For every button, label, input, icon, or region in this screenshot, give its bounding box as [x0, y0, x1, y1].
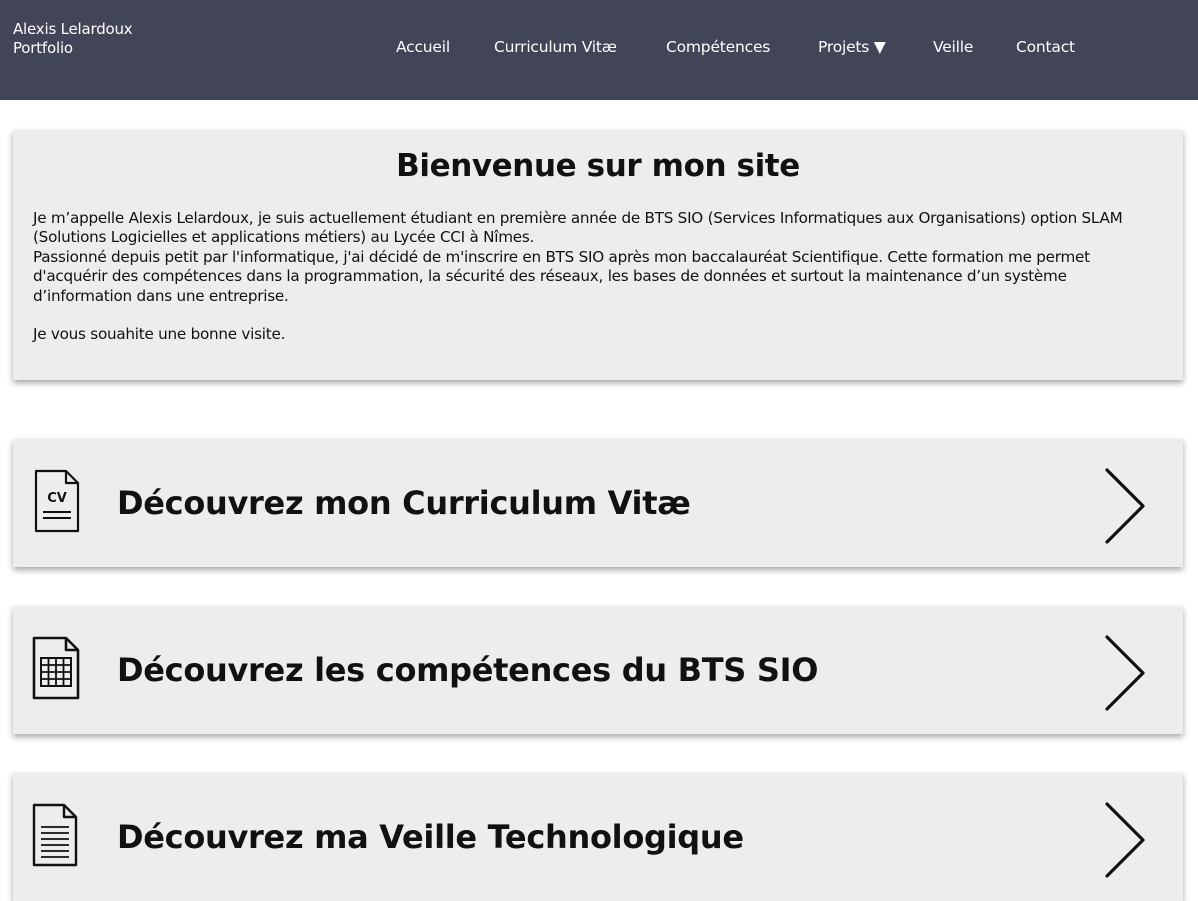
card-competences[interactable]: Découvrez les compétences du BTS SIO: [13, 606, 1183, 734]
card-veille[interactable]: Découvrez ma Veille Technologique: [13, 773, 1183, 901]
nav-veille[interactable]: Veille: [933, 38, 973, 56]
brand-name: Alexis Lelardoux: [13, 20, 133, 38]
chevron-right-icon: [1105, 802, 1145, 878]
nav-accueil[interactable]: Accueil: [396, 38, 450, 56]
welcome-title: Bienvenue sur mon site: [396, 148, 800, 184]
welcome-section: Bienvenue sur mon site Je m’appelle Alex…: [13, 130, 1183, 380]
card-label-veille: Découvrez ma Veille Technologique: [117, 818, 744, 856]
welcome-paragraph-intro: Je m’appelle Alexis Lelardoux, je suis a…: [33, 209, 1123, 247]
nav-projets-dropdown[interactable]: Projets ▼: [818, 38, 886, 56]
welcome-paragraph-closing: Je vous souahite une bonne visite.: [33, 325, 286, 344]
card-label-cv: Découvrez mon Curriculum Vitæ: [117, 484, 691, 522]
brand-subtitle: Portfolio: [13, 39, 73, 57]
chevron-right-icon: [1105, 468, 1145, 544]
site-header: Alexis Lelardoux Portfolio Accueil Curri…: [0, 0, 1198, 100]
welcome-paragraph-passion: Passionné depuis petit par l'informatiqu…: [33, 247, 1090, 305]
nav-competences[interactable]: Compétences: [666, 38, 770, 56]
card-curriculum-vitae[interactable]: CV Découvrez mon Curriculum Vitæ: [13, 439, 1183, 567]
chevron-right-icon: [1105, 635, 1145, 711]
nav-curriculum-vitae[interactable]: Curriculum Vitæ: [494, 38, 617, 56]
text-document-icon: [32, 803, 78, 867]
welcome-text: Je m’appelle Alexis Lelardoux, je suis a…: [33, 209, 1168, 344]
cv-document-icon: CV: [34, 469, 80, 533]
card-label-competences: Découvrez les compétences du BTS SIO: [117, 651, 819, 689]
nav-contact[interactable]: Contact: [1016, 38, 1075, 56]
site-brand[interactable]: Alexis Lelardoux Portfolio: [13, 20, 133, 58]
cv-icon-text: CV: [47, 491, 67, 506]
spreadsheet-document-icon: [32, 636, 80, 700]
